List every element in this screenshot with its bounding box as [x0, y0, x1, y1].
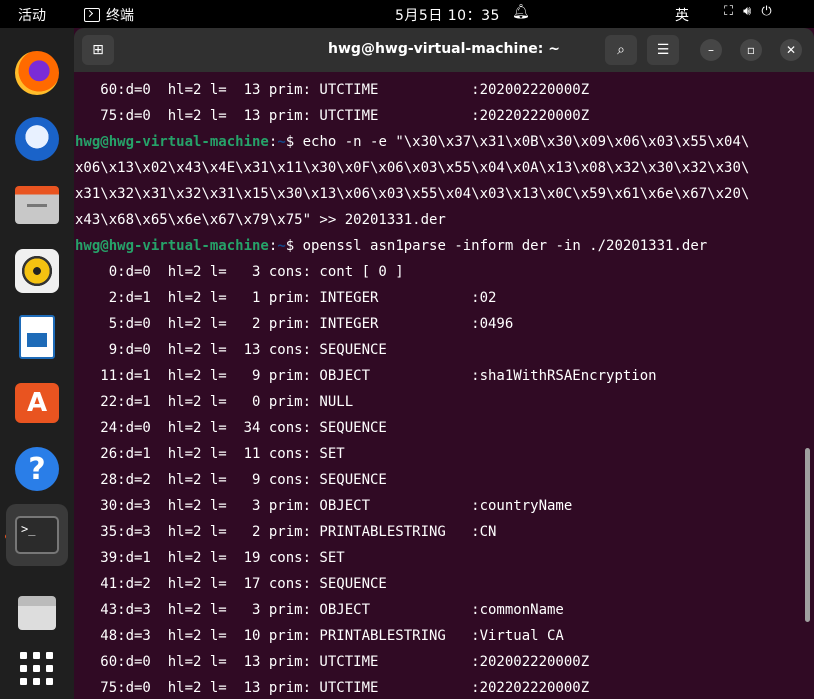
prompt-path: ~ — [277, 238, 286, 254]
dock-rhythmbox[interactable] — [12, 246, 62, 296]
rhythmbox-icon — [15, 249, 59, 293]
prompt-path: ~ — [277, 134, 286, 150]
terminal-window: ⊞ hwg@hwg-virtual-machine: ~ ⌕ ☰ – ▫ ✕ 6… — [74, 28, 814, 699]
output-line: 24:d=0 hl=2 l= 34 cons: SEQUENCE — [75, 420, 387, 436]
output-line: 2:d=1 hl=2 l= 1 prim: INTEGER :02 — [75, 290, 497, 306]
software-store-icon: A — [15, 383, 59, 423]
title-bar[interactable]: ⊞ hwg@hwg-virtual-machine: ~ ⌕ ☰ – ▫ ✕ — [74, 28, 814, 72]
help-icon: ? — [15, 447, 59, 491]
system-tray[interactable]: ⛶ 🔊︎ ⏻ — [724, 4, 772, 19]
search-button[interactable]: ⌕ — [605, 35, 637, 65]
trash-icon — [18, 596, 56, 630]
dock: A ? >_ — [0, 28, 74, 699]
output-line: 26:d=1 hl=2 l= 11 cons: SET — [75, 446, 345, 462]
output-line: 60:d=0 hl=2 l= 13 prim: UTCTIME :2020022… — [75, 654, 590, 670]
maximize-icon: ▫ — [746, 43, 756, 57]
output-line: 75:d=0 hl=2 l= 13 prim: UTCTIME :2022022… — [75, 108, 590, 124]
output-line: 11:d=1 hl=2 l= 9 prim: OBJECT :sha1WithR… — [75, 368, 657, 384]
dock-files[interactable] — [12, 180, 62, 230]
power-icon[interactable]: ⏻ — [761, 4, 771, 19]
output-line: x06\x13\x02\x43\x4E\x31\x11\x30\x0F\x06\… — [75, 160, 750, 176]
app-grid-icon — [20, 652, 54, 686]
search-icon: ⌕ — [617, 42, 625, 58]
dock-terminal[interactable]: >_ — [6, 504, 68, 566]
maximize-button[interactable]: ▫ — [740, 39, 762, 61]
prompt-user: hwg@hwg-virtual-machine — [75, 238, 269, 254]
output-line: 75:d=0 hl=2 l= 13 prim: UTCTIME :2022022… — [75, 680, 590, 696]
scrollbar[interactable] — [805, 448, 810, 622]
firefox-icon — [15, 51, 59, 95]
output-line: x43\x68\x65\x6e\x67\x79\x75" >> 20201331… — [75, 212, 446, 228]
terminal-app-icon — [84, 8, 100, 22]
command-text: openssl asn1parse -inform der -in ./2020… — [302, 238, 708, 254]
notification-bell-icon[interactable]: 🔔︎ — [512, 4, 530, 20]
prompt-user: hwg@hwg-virtual-machine — [75, 134, 269, 150]
output-line: 0:d=0 hl=2 l= 3 cons: cont [ 0 ] — [75, 264, 404, 280]
dock-firefox[interactable] — [12, 48, 62, 98]
files-icon — [15, 186, 59, 224]
output-line: 41:d=2 hl=2 l= 17 cons: SEQUENCE — [75, 576, 387, 592]
menu-button[interactable]: ☰ — [647, 35, 679, 65]
app-name: 终端 — [106, 8, 134, 24]
output-line: 30:d=3 hl=2 l= 3 prim: OBJECT :countryNa… — [75, 498, 573, 514]
clock[interactable]: 5月5日 10：35 — [395, 5, 500, 25]
command-line: hwg@hwg-virtual-machine:~$ echo -n -e "\… — [75, 129, 805, 155]
dock-writer[interactable] — [12, 312, 62, 362]
terminal-icon: >_ — [15, 516, 59, 554]
dock-software[interactable]: A — [12, 378, 62, 428]
output-line: x31\x32\x31\x32\x31\x15\x30\x13\x06\x03\… — [75, 186, 750, 202]
show-applications-button[interactable] — [12, 644, 62, 694]
minimize-button[interactable]: – — [700, 39, 722, 61]
app-menu[interactable]: 终端 — [84, 5, 134, 25]
output-line: 48:d=3 hl=2 l= 10 prim: PRINTABLESTRING … — [75, 628, 564, 644]
volume-icon[interactable]: 🔊︎ — [743, 4, 751, 19]
prompt-end: $ — [285, 134, 303, 150]
close-button[interactable]: ✕ — [780, 39, 802, 61]
prompt-end: $ — [285, 238, 303, 254]
close-icon: ✕ — [785, 43, 797, 57]
dock-thunderbird[interactable] — [12, 114, 62, 164]
command-text: echo -n -e "\x30\x37\x31\x0B\x30\x09\x06… — [302, 134, 750, 150]
hamburger-menu-icon: ☰ — [656, 42, 670, 58]
minimize-icon: – — [708, 43, 714, 57]
thunderbird-icon — [15, 117, 59, 161]
writer-icon — [19, 315, 55, 359]
command-line: hwg@hwg-virtual-machine:~$ openssl asn1p… — [75, 233, 805, 259]
output-line: 28:d=2 hl=2 l= 9 cons: SEQUENCE — [75, 472, 387, 488]
output-line: 60:d=0 hl=2 l= 13 prim: UTCTIME :2020022… — [75, 82, 590, 98]
output-line: 39:d=1 hl=2 l= 19 cons: SET — [75, 550, 345, 566]
output-line: 35:d=3 hl=2 l= 2 prim: PRINTABLESTRING :… — [75, 524, 497, 540]
output-line: 22:d=1 hl=2 l= 0 prim: NULL — [75, 394, 354, 410]
input-method-indicator[interactable]: 英 — [675, 5, 689, 25]
network-icon[interactable]: ⛶ — [724, 4, 733, 19]
terminal-output[interactable]: 60:d=0 hl=2 l= 13 prim: UTCTIME :2020022… — [75, 77, 805, 699]
output-line: 5:d=0 hl=2 l= 2 prim: INTEGER :0496 — [75, 316, 514, 332]
dock-help[interactable]: ? — [12, 444, 62, 494]
output-line: 43:d=3 hl=2 l= 3 prim: OBJECT :commonNam… — [75, 602, 564, 618]
top-bar: 活动 终端 5月5日 10：35 🔔︎ 英 ⛶ 🔊︎ ⏻ — [0, 0, 814, 28]
activities-button[interactable]: 活动 — [18, 5, 46, 25]
dock-trash[interactable] — [12, 588, 62, 638]
output-line: 9:d=0 hl=2 l= 13 cons: SEQUENCE — [75, 342, 387, 358]
